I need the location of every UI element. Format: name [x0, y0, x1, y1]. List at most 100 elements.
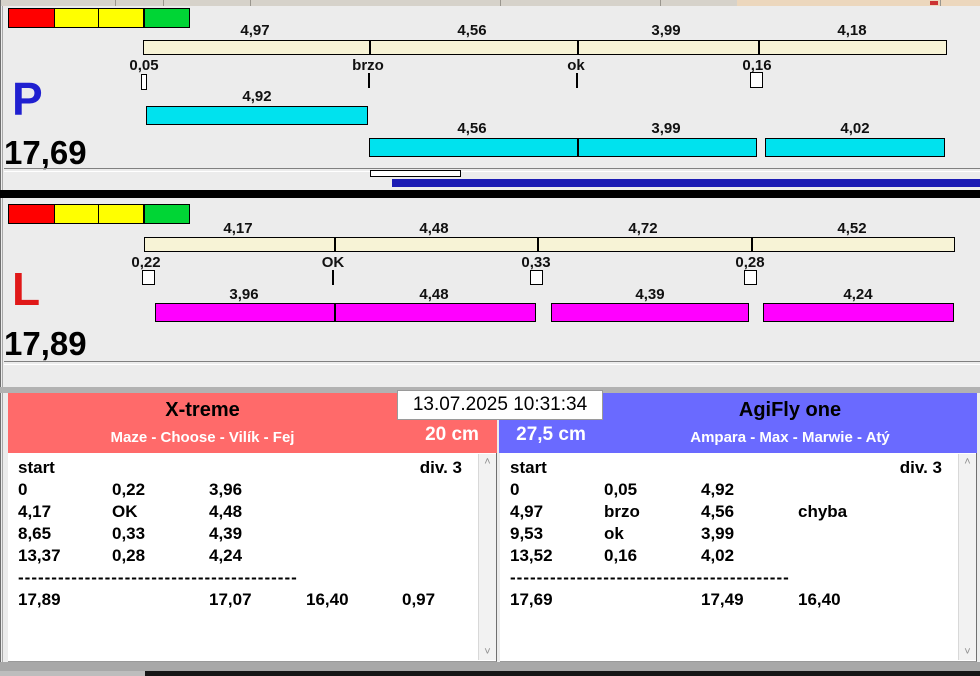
- taskbar-fragment: [145, 671, 980, 676]
- result-row: 0 0,05 4,92: [510, 479, 954, 501]
- fault-checkbox[interactable]: [142, 270, 155, 285]
- run-bar-p3: [765, 138, 945, 157]
- cell: 4,97: [510, 502, 544, 521]
- total-cell: 16,40: [306, 590, 349, 609]
- cell: 3,96: [209, 480, 243, 499]
- run-bar-p1: [146, 106, 368, 125]
- run-bar-l2: [551, 303, 749, 322]
- divider-line: [4, 168, 980, 172]
- scroll-up-icon[interactable]: ˄: [479, 454, 496, 470]
- cell: brzo: [604, 502, 640, 521]
- light-yellow-1: [54, 9, 99, 27]
- split-timeline-bar-l: [144, 237, 955, 252]
- light-green: [143, 9, 189, 27]
- cell: 0,33: [112, 524, 146, 543]
- cell: 8,65: [18, 524, 52, 543]
- run-time: 4,48: [419, 286, 449, 303]
- totals-row: 17,69 17,49 16,40: [510, 589, 954, 611]
- results-content: start div. 3 0 0,22 3,96 4,17 OK 4,48 8,…: [18, 457, 474, 611]
- fault-checkbox[interactable]: [750, 72, 763, 88]
- start-lights-l: [8, 204, 190, 224]
- exchange-mark-label: OK: [321, 254, 345, 271]
- background-window-edge: [737, 0, 980, 6]
- background-red-mark: [930, 1, 938, 5]
- light-red: [9, 205, 55, 223]
- run-time: 3,96: [229, 286, 259, 303]
- total-cell: 17,89: [18, 590, 61, 609]
- progress-bar: [392, 179, 980, 187]
- scroll-up-icon[interactable]: ˄: [959, 454, 976, 470]
- total-cell: 17,07: [209, 590, 252, 609]
- team-members: Maze - Choose - Vilík - Fej: [110, 429, 295, 446]
- divider-line: [4, 361, 980, 365]
- split-time: 4,72: [628, 220, 658, 237]
- cell: [306, 523, 402, 545]
- split-time: 4,48: [419, 220, 449, 237]
- fault-checkbox[interactable]: [744, 270, 757, 285]
- team-name: AgiFly one: [738, 399, 842, 421]
- cell: OK: [112, 502, 138, 521]
- scroll-down-icon[interactable]: ˅: [959, 644, 976, 660]
- result-row: 4,97 brzo 4,56 chyba: [510, 501, 954, 523]
- total-time-l: 17,89: [4, 325, 87, 362]
- light-yellow-1: [54, 205, 99, 223]
- scrollbar-right-table[interactable]: ˄ ˅: [958, 454, 976, 660]
- cell: chyba: [798, 502, 848, 521]
- cell: ok: [604, 524, 624, 543]
- light-green: [143, 205, 189, 223]
- division-label: div. 3: [899, 458, 942, 477]
- cell: [306, 479, 402, 501]
- cell: 9,53: [510, 524, 544, 543]
- cell: [306, 545, 402, 567]
- fault-checkbox[interactable]: [530, 270, 543, 285]
- scrollbar-left-table[interactable]: ˄ ˅: [478, 454, 496, 660]
- cell: 0,05: [604, 480, 638, 499]
- run-bar-l1: [155, 303, 536, 322]
- split-time: 4,97: [240, 22, 270, 39]
- run-bar-p2: [369, 138, 757, 157]
- cell: 0,22: [112, 480, 146, 499]
- total-cell: [604, 589, 701, 611]
- cell: 4,24: [209, 546, 243, 565]
- run-time: 4,92: [242, 88, 272, 105]
- window-left-border: [0, 0, 1, 676]
- fault-marker-box[interactable]: [141, 74, 147, 90]
- split-time: 4,52: [837, 220, 867, 237]
- start-lights-p: [8, 8, 190, 28]
- division-label: div. 3: [419, 458, 462, 477]
- result-row: 9,53 ok 3,99: [510, 523, 954, 545]
- cell: 4,39: [209, 524, 243, 543]
- results-content: start div. 3 0 0,05 4,92 4,97 brzo 4,56 …: [510, 457, 954, 611]
- tick-mark: [368, 73, 370, 88]
- run-time: 4,02: [840, 120, 870, 137]
- split-time: 4,18: [837, 22, 867, 39]
- cell: 13,52: [510, 546, 553, 565]
- total-cell: 16,40: [798, 590, 841, 609]
- cell: 13,37: [18, 546, 61, 565]
- cell: 0: [510, 480, 520, 499]
- cell: 0,28: [112, 546, 146, 565]
- team-members: Ampara - Max - Marwie - Atý: [690, 429, 890, 446]
- split-time: 4,56: [457, 22, 487, 39]
- window-bottom-edge: [0, 662, 980, 671]
- run-time: 4,56: [457, 120, 487, 137]
- cell: 0,16: [604, 546, 638, 565]
- split-time: 3,99: [651, 22, 681, 39]
- total-cell: 17,69: [510, 590, 553, 609]
- results-table-right[interactable]: start div. 3 0 0,05 4,92 4,97 brzo 4,56 …: [500, 453, 977, 662]
- results-table-left[interactable]: start div. 3 0 0,22 3,96 4,17 OK 4,48 8,…: [8, 453, 497, 662]
- cell: 4,02: [701, 546, 735, 565]
- tick-mark: [332, 270, 334, 285]
- run-time: 3,99: [651, 120, 681, 137]
- progress-marker: [370, 170, 461, 177]
- jump-height: 27,5 cm: [516, 424, 586, 445]
- split-time: 4,17: [223, 220, 253, 237]
- cell: 3,99: [701, 524, 735, 543]
- scroll-down-icon[interactable]: ˅: [479, 644, 496, 660]
- result-row: 13,37 0,28 4,24: [18, 545, 474, 567]
- result-row: 13,52 0,16 4,02: [510, 545, 954, 567]
- run-time: 4,39: [635, 286, 665, 303]
- lane-letter-l: L: [12, 263, 41, 315]
- cell: [798, 523, 894, 545]
- panel-divider: [0, 190, 980, 198]
